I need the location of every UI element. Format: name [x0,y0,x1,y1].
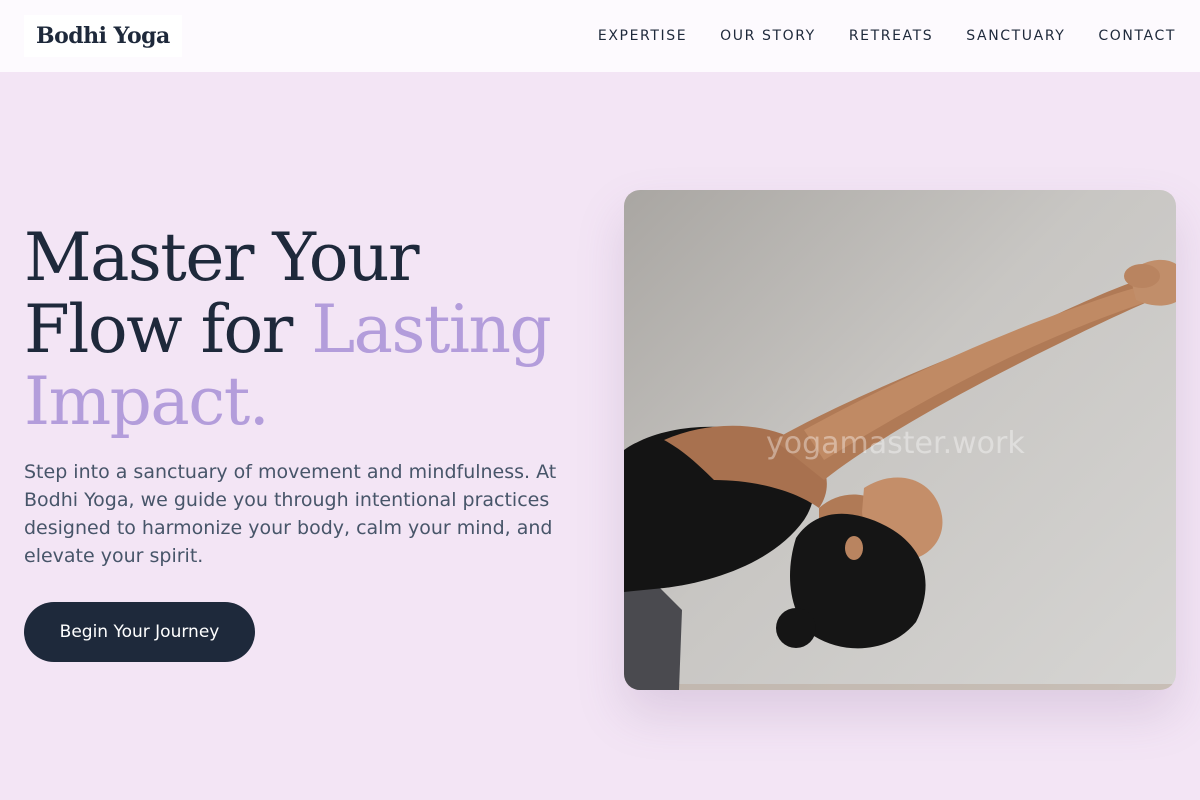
nav-sanctuary[interactable]: SANCTUARY [966,28,1065,44]
site-logo[interactable]: Bodhi Yoga [24,15,182,57]
nav-our-story[interactable]: OUR STORY [720,28,816,44]
hero-title: Master Your Flow for Lasting Impact. [24,222,584,438]
begin-journey-button[interactable]: Begin Your Journey [24,602,255,662]
nav-retreats[interactable]: RETREATS [849,28,933,44]
main-nav: EXPERTISE OUR STORY RETREATS SANCTUARY C… [565,28,1176,44]
site-header: Bodhi Yoga EXPERTISE OUR STORY RETREATS … [0,0,1200,72]
image-watermark: yogamaster.work [766,426,1025,461]
nav-contact[interactable]: CONTACT [1098,28,1176,44]
hero-image: yogamaster.work [624,190,1176,690]
nav-expertise[interactable]: EXPERTISE [598,28,687,44]
hero-description: Step into a sanctuary of movement and mi… [24,461,557,567]
